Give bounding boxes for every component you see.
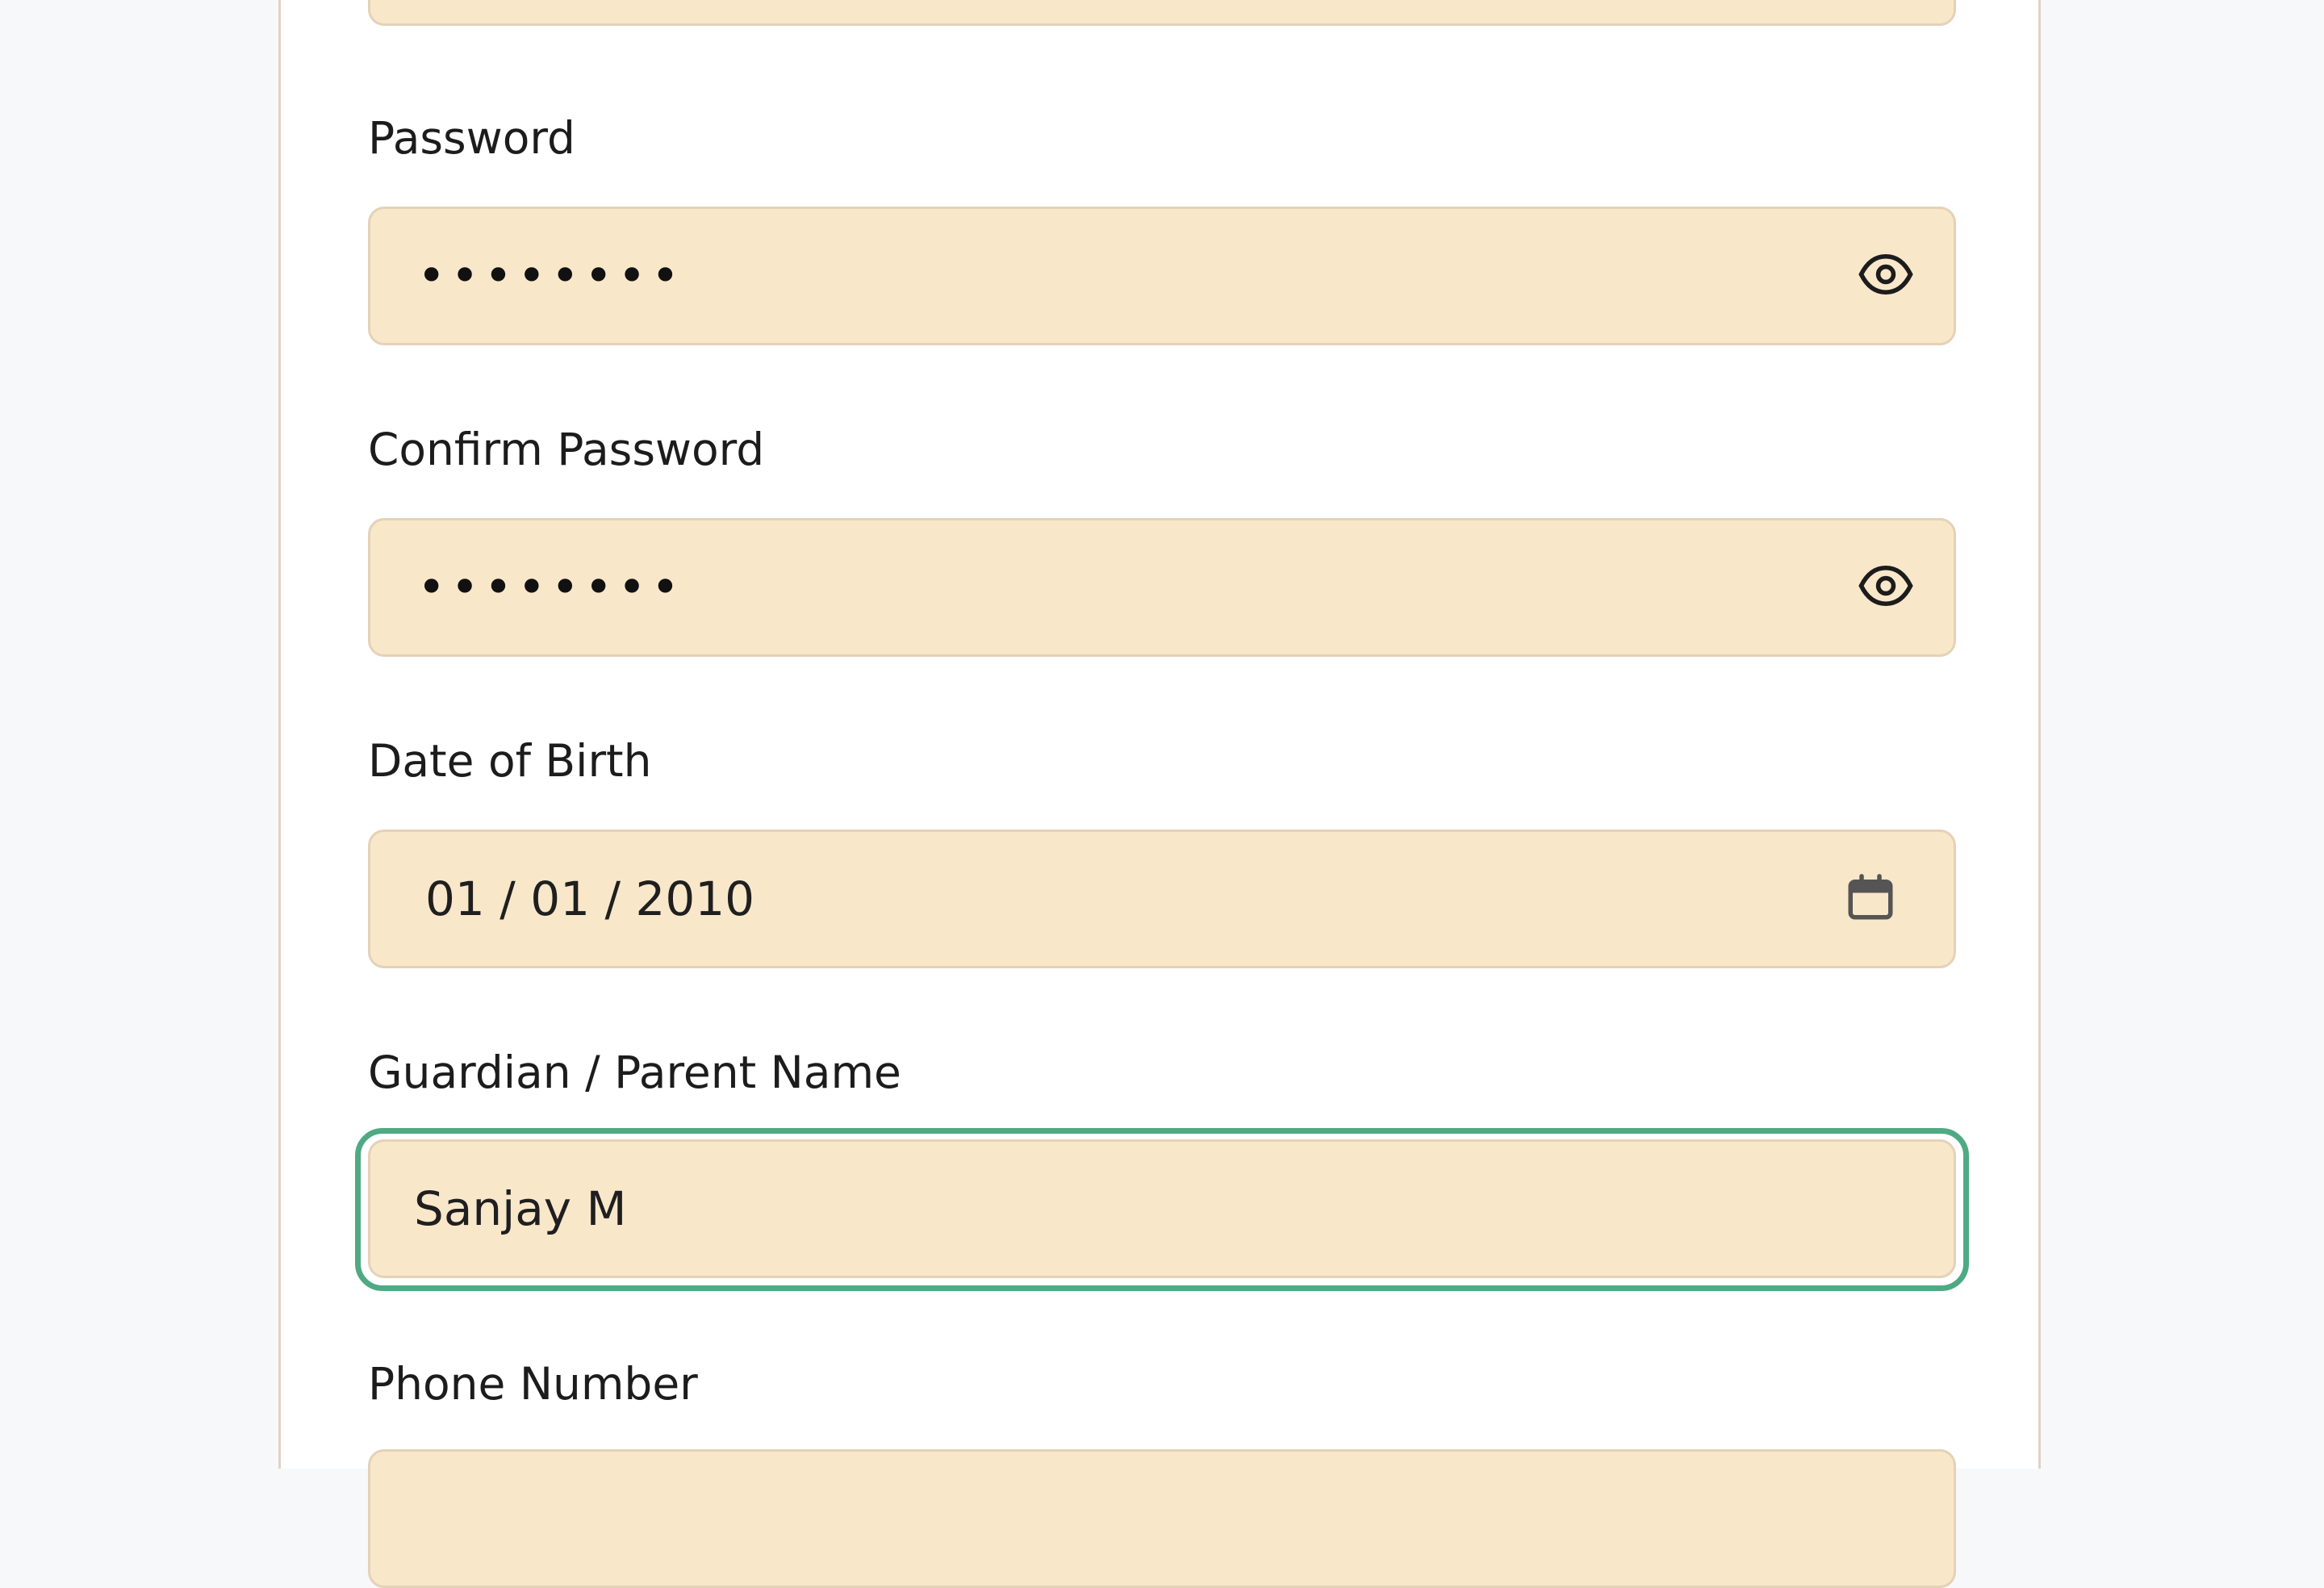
eye-icon[interactable] <box>1858 565 1913 609</box>
guardian-name-label: Guardian / Parent Name <box>368 1047 901 1098</box>
guardian-name-value: Sanjay M <box>414 1181 627 1236</box>
phone-number-label: Phone Number <box>368 1358 698 1410</box>
guardian-name-field[interactable]: Sanjay M <box>368 1139 1956 1278</box>
confirm-password-field[interactable]: •••••••• <box>368 518 1956 657</box>
phone-number-field[interactable] <box>368 1449 1956 1588</box>
eye-icon[interactable] <box>1858 253 1913 298</box>
previous-field[interactable] <box>368 0 1956 26</box>
confirm-password-masked-value: •••••••• <box>417 559 685 616</box>
password-label: Password <box>368 112 575 164</box>
confirm-password-label: Confirm Password <box>368 424 765 475</box>
calendar-icon[interactable] <box>1844 871 1897 927</box>
date-of-birth-field[interactable]: 01 / 01 / 2010 <box>368 830 1956 968</box>
password-field[interactable]: •••••••• <box>368 207 1956 345</box>
date-of-birth-label: Date of Birth <box>368 735 652 787</box>
password-masked-value: •••••••• <box>417 248 685 304</box>
date-of-birth-value: 01 / 01 / 2010 <box>425 871 755 926</box>
